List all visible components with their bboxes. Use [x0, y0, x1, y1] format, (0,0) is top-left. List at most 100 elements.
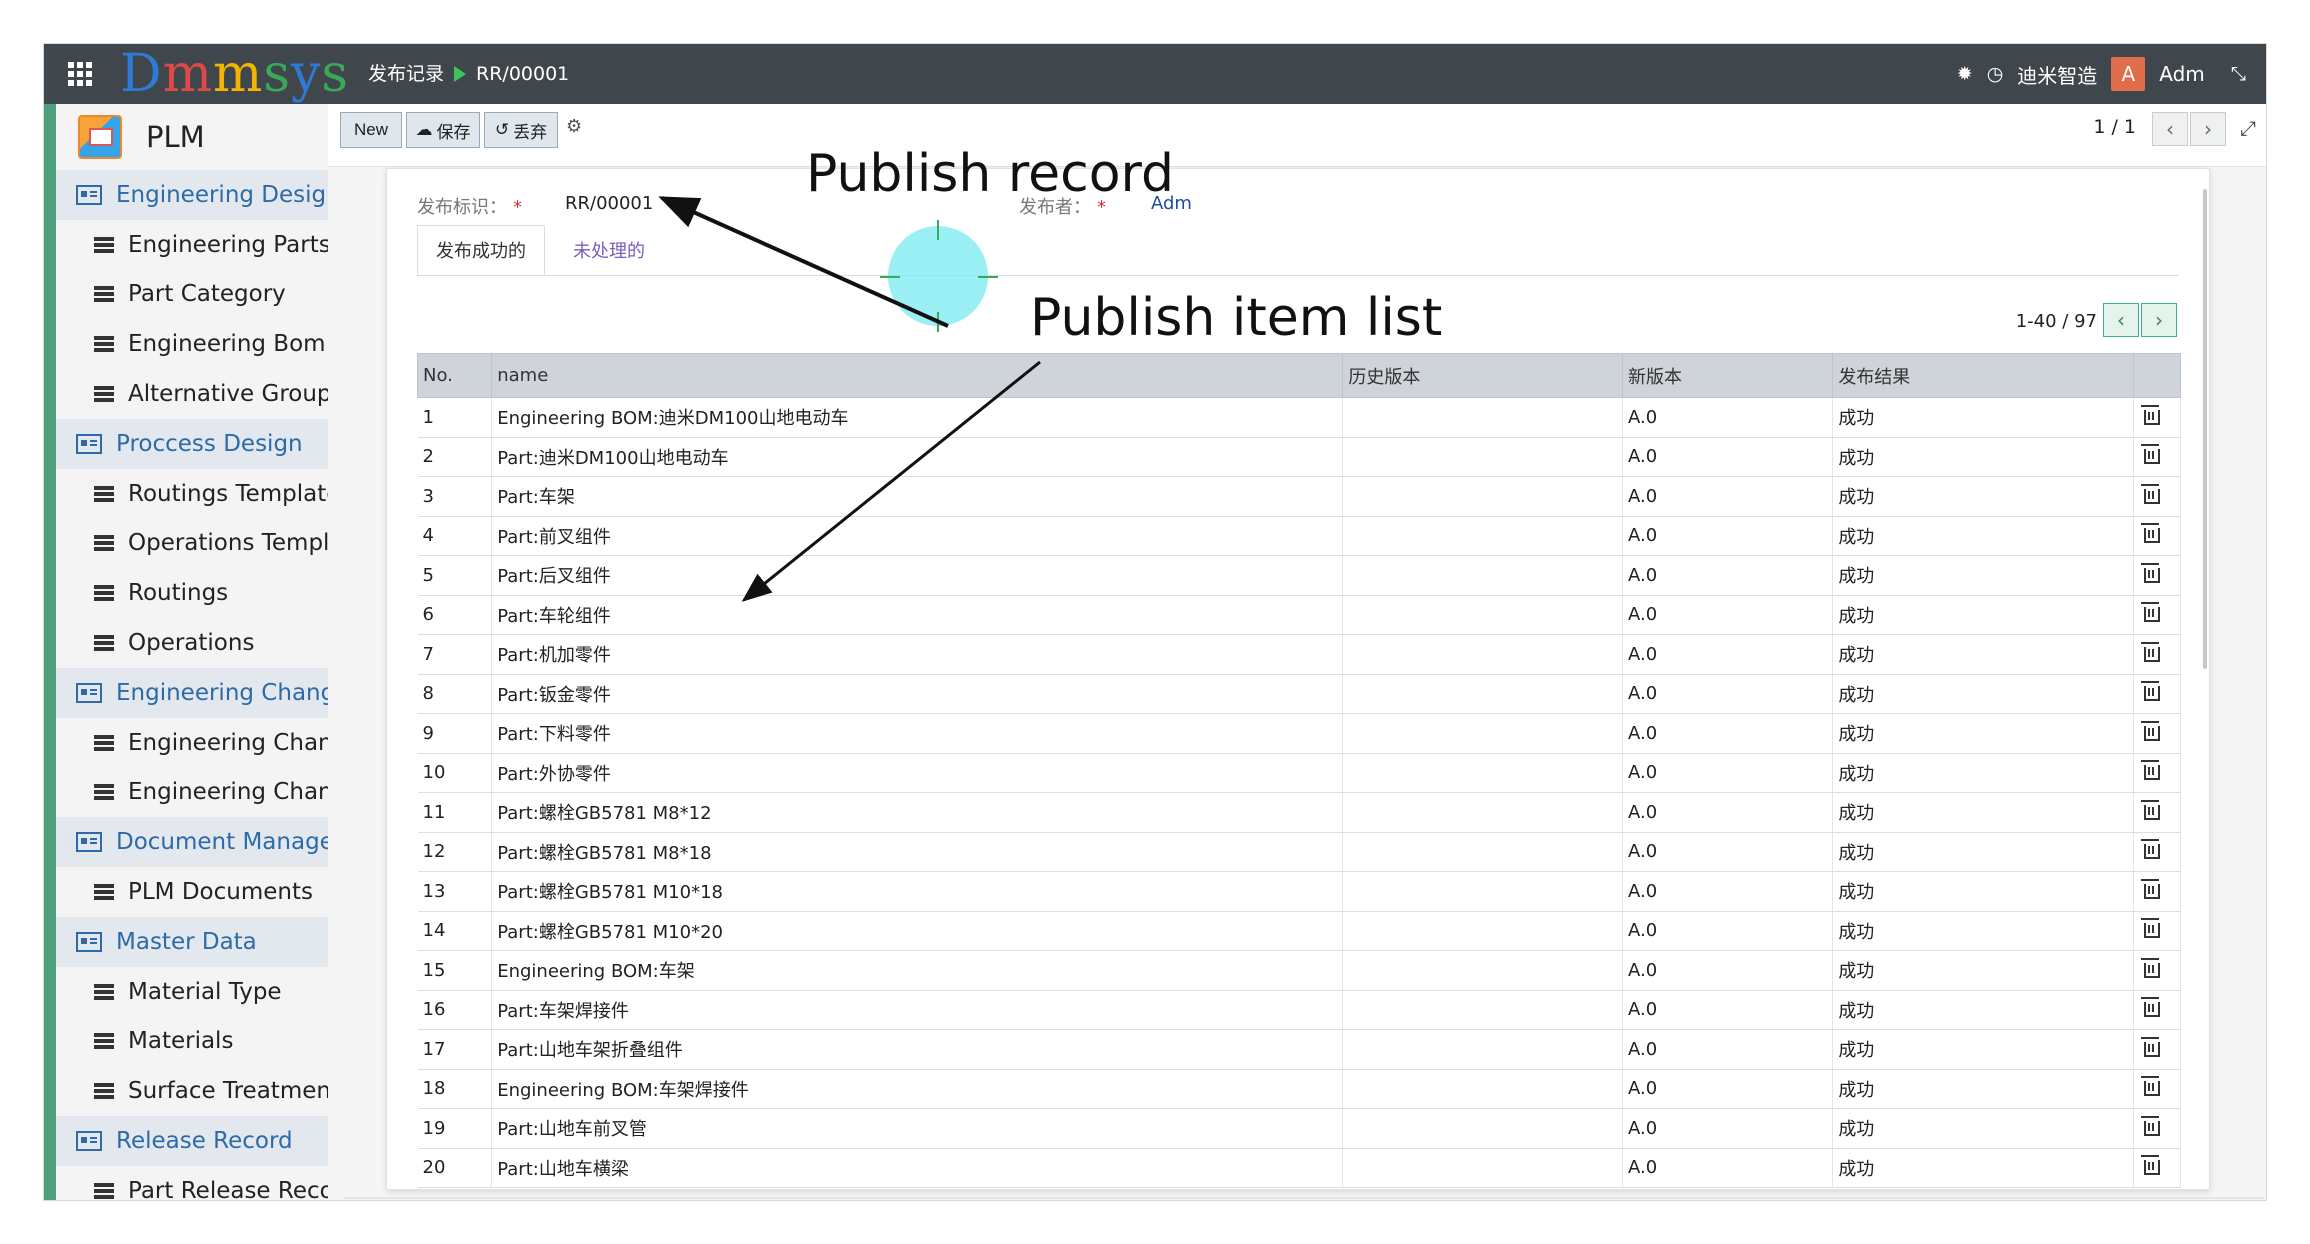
- sidebar-item[interactable]: Operations Template: [56, 519, 328, 569]
- cell-name[interactable]: Part:车架: [491, 476, 1344, 517]
- cell-new[interactable]: A.0: [1622, 515, 1834, 556]
- cell-result[interactable]: 成功: [1832, 831, 2134, 872]
- delete-row-button[interactable]: [2133, 1029, 2182, 1070]
- cell-old[interactable]: [1342, 634, 1623, 675]
- cell-old[interactable]: [1342, 436, 1623, 477]
- sidebar-item[interactable]: Routings: [56, 568, 328, 618]
- cell-no[interactable]: 12: [417, 831, 493, 872]
- record-pager[interactable]: 1 / 1: [2093, 116, 2136, 138]
- cell-old[interactable]: [1342, 673, 1623, 714]
- table-row[interactable]: 3 Part:车架 A.0 成功: [417, 476, 2182, 517]
- sidebar-item[interactable]: Surface Treatment: [56, 1066, 328, 1116]
- cell-old[interactable]: [1342, 555, 1623, 596]
- list-pager[interactable]: 1-40 / 97: [2016, 311, 2097, 332]
- table-row[interactable]: 14 Part:螺栓GB5781 M10*20 A.0 成功: [417, 910, 2182, 951]
- cell-result[interactable]: 成功: [1832, 515, 2134, 556]
- column-header-name[interactable]: name: [491, 353, 1344, 398]
- cell-new[interactable]: A.0: [1622, 1108, 1834, 1149]
- delete-row-button[interactable]: [2133, 476, 2182, 517]
- table-row[interactable]: 20 Part:山地车横梁 A.0 成功: [417, 1147, 2182, 1188]
- table-row[interactable]: 12 Part:螺栓GB5781 M8*18 A.0 成功: [417, 831, 2182, 872]
- cell-new[interactable]: A.0: [1622, 673, 1834, 714]
- cell-result[interactable]: 成功: [1832, 397, 2134, 438]
- delete-row-button[interactable]: [2133, 436, 2182, 477]
- table-row[interactable]: 4 Part:前叉组件 A.0 成功: [417, 515, 2182, 556]
- table-row[interactable]: 9 Part:下料零件 A.0 成功: [417, 713, 2182, 754]
- delete-row-button[interactable]: [2133, 1068, 2182, 1109]
- company-switcher[interactable]: 迪米智造: [2017, 60, 2097, 89]
- cell-name[interactable]: Part:螺栓GB5781 M8*18: [491, 831, 1344, 872]
- cell-name[interactable]: Part:螺栓GB5781 M8*12: [491, 792, 1344, 833]
- delete-row-button[interactable]: [2133, 831, 2182, 872]
- delete-row-button[interactable]: [2133, 1108, 2182, 1149]
- delete-row-button[interactable]: [2133, 634, 2182, 675]
- cell-result[interactable]: 成功: [1832, 634, 2134, 675]
- delete-row-button[interactable]: [2133, 950, 2182, 991]
- table-row[interactable]: 10 Part:外协零件 A.0 成功: [417, 752, 2182, 793]
- delete-row-button[interactable]: [2133, 594, 2182, 635]
- cell-no[interactable]: 4: [417, 515, 493, 556]
- sidebar-category[interactable]: Release Record: [56, 1116, 328, 1166]
- delete-row-button[interactable]: [2133, 713, 2182, 754]
- pager-prev-button[interactable]: ‹: [2152, 112, 2188, 146]
- cell-no[interactable]: 15: [417, 950, 493, 991]
- cell-result[interactable]: 成功: [1832, 594, 2134, 635]
- cell-new[interactable]: A.0: [1622, 397, 1834, 438]
- cell-result[interactable]: 成功: [1832, 436, 2134, 477]
- expand-icon[interactable]: ⤢: [2240, 116, 2256, 140]
- pager-next-button[interactable]: ›: [2190, 112, 2226, 146]
- cell-no[interactable]: 2: [417, 436, 493, 477]
- cell-result[interactable]: 成功: [1832, 792, 2134, 833]
- cell-result[interactable]: 成功: [1832, 555, 2134, 596]
- cell-old[interactable]: [1342, 594, 1623, 635]
- cell-name[interactable]: Part:下料零件: [491, 713, 1344, 754]
- cell-old[interactable]: [1342, 752, 1623, 793]
- cell-old[interactable]: [1342, 1108, 1623, 1149]
- cell-new[interactable]: A.0: [1622, 634, 1834, 675]
- sidebar-item[interactable]: Engineering Parts: [56, 220, 328, 270]
- cell-old[interactable]: [1342, 792, 1623, 833]
- cell-result[interactable]: 成功: [1832, 950, 2134, 991]
- sidebar-item[interactable]: Engineering Change: [56, 768, 328, 818]
- tab-unprocessed[interactable]: 未处理的: [555, 225, 663, 275]
- cell-no[interactable]: 3: [417, 476, 493, 517]
- column-header-new-version[interactable]: 新版本: [1621, 353, 1834, 398]
- cell-result[interactable]: 成功: [1832, 713, 2134, 754]
- delete-row-button[interactable]: [2133, 989, 2182, 1030]
- table-row[interactable]: 16 Part:车架焊接件 A.0 成功: [417, 989, 2182, 1030]
- cell-old[interactable]: [1342, 910, 1623, 951]
- cell-no[interactable]: 16: [417, 989, 493, 1030]
- cell-new[interactable]: A.0: [1622, 476, 1834, 517]
- cell-name[interactable]: Part:后叉组件: [491, 555, 1344, 596]
- cell-name[interactable]: Engineering BOM:车架: [491, 950, 1344, 991]
- table-row[interactable]: 18 Engineering BOM:车架焊接件 A.0 成功: [417, 1068, 2182, 1109]
- sidebar-app-title[interactable]: PLM: [56, 104, 328, 170]
- cell-name[interactable]: Part:山地车前叉管: [491, 1108, 1344, 1149]
- bug-icon[interactable]: ✹: [1957, 63, 1973, 85]
- table-row[interactable]: 6 Part:车轮组件 A.0 成功: [417, 594, 2182, 635]
- user-menu[interactable]: Adm: [2159, 62, 2205, 86]
- list-next-button[interactable]: ›: [2141, 303, 2177, 337]
- sidebar-category[interactable]: Master Data: [56, 916, 328, 967]
- table-row[interactable]: 1 Engineering BOM:迪米DM100山地电动车 A.0 成功: [417, 397, 2182, 438]
- delete-row-button[interactable]: [2133, 792, 2182, 833]
- cell-old[interactable]: [1342, 515, 1623, 556]
- sidebar-item[interactable]: Operations: [56, 618, 328, 668]
- cell-result[interactable]: 成功: [1832, 1108, 2134, 1149]
- cell-new[interactable]: A.0: [1622, 555, 1834, 596]
- cell-old[interactable]: [1342, 989, 1623, 1030]
- cell-old[interactable]: [1342, 950, 1623, 991]
- delete-row-button[interactable]: [2133, 871, 2182, 912]
- cell-no[interactable]: 20: [417, 1147, 493, 1188]
- discard-button[interactable]: ↺ 丢弃: [484, 112, 558, 148]
- sidebar-item[interactable]: PLM Documents: [56, 867, 328, 917]
- cell-result[interactable]: 成功: [1832, 476, 2134, 517]
- cell-name[interactable]: Part:山地车架折叠组件: [491, 1029, 1344, 1070]
- cell-old[interactable]: [1342, 397, 1623, 438]
- new-button[interactable]: New: [340, 112, 402, 148]
- cell-result[interactable]: 成功: [1832, 1068, 2134, 1109]
- scrollbar[interactable]: [2203, 189, 2207, 669]
- cell-old[interactable]: [1342, 1068, 1623, 1109]
- column-header-no[interactable]: No.: [416, 353, 493, 398]
- cell-result[interactable]: 成功: [1832, 910, 2134, 951]
